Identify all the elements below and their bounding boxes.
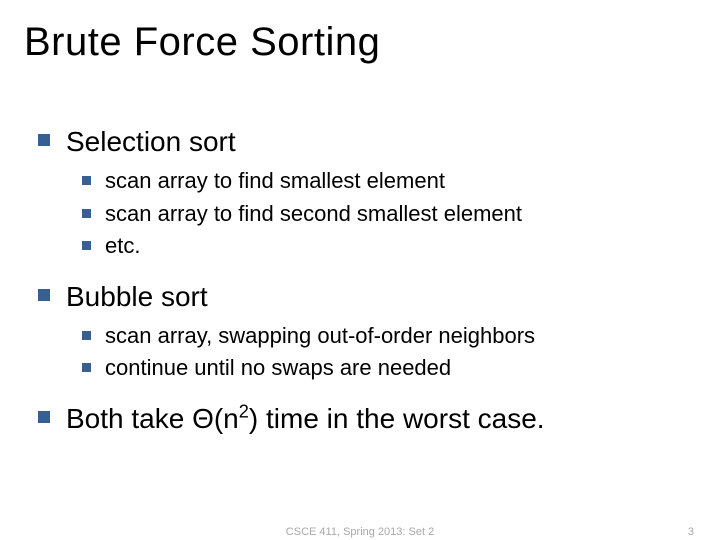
list-item: Bubble sort [38, 279, 690, 314]
bullet-icon [82, 241, 91, 250]
item-label: etc. [105, 232, 140, 261]
text-sup: 2 [239, 402, 249, 422]
text-post: ) time in the worst case. [249, 403, 545, 434]
slide-title: Brute Force Sorting [24, 20, 380, 65]
item-label: scan array to find smallest element [105, 167, 445, 196]
slide-content: Selection sort scan array to find smalle… [38, 118, 690, 444]
bullet-icon [38, 134, 50, 146]
item-label: Bubble sort [66, 279, 208, 314]
item-label: Selection sort [66, 124, 236, 159]
text-pre: Both take Θ(n [66, 403, 239, 434]
bullet-icon [82, 363, 91, 372]
bullet-icon [38, 289, 50, 301]
slide: Brute Force Sorting Selection sort scan … [0, 0, 720, 540]
bullet-icon [82, 176, 91, 185]
list-item: Selection sort [38, 124, 690, 159]
item-label: scan array to find second smallest eleme… [105, 200, 522, 229]
list-item: etc. [82, 232, 690, 261]
sub-list: scan array to find smallest element scan… [82, 167, 690, 261]
item-label: Both take Θ(n2) time in the worst case. [66, 401, 545, 436]
list-item: scan array to find smallest element [82, 167, 690, 196]
sub-list: scan array, swapping out-of-order neighb… [82, 322, 690, 383]
bullet-icon [82, 331, 91, 340]
list-item: scan array to find second smallest eleme… [82, 200, 690, 229]
item-label: scan array, swapping out-of-order neighb… [105, 322, 535, 351]
page-number: 3 [688, 526, 694, 538]
list-item: continue until no swaps are needed [82, 354, 690, 383]
bullet-icon [82, 209, 91, 218]
list-item: Both take Θ(n2) time in the worst case. [38, 401, 690, 436]
footer-center-text: CSCE 411, Spring 2013: Set 2 [286, 526, 434, 538]
bullet-icon [38, 411, 50, 423]
list-item: scan array, swapping out-of-order neighb… [82, 322, 690, 351]
item-label: continue until no swaps are needed [105, 354, 451, 383]
